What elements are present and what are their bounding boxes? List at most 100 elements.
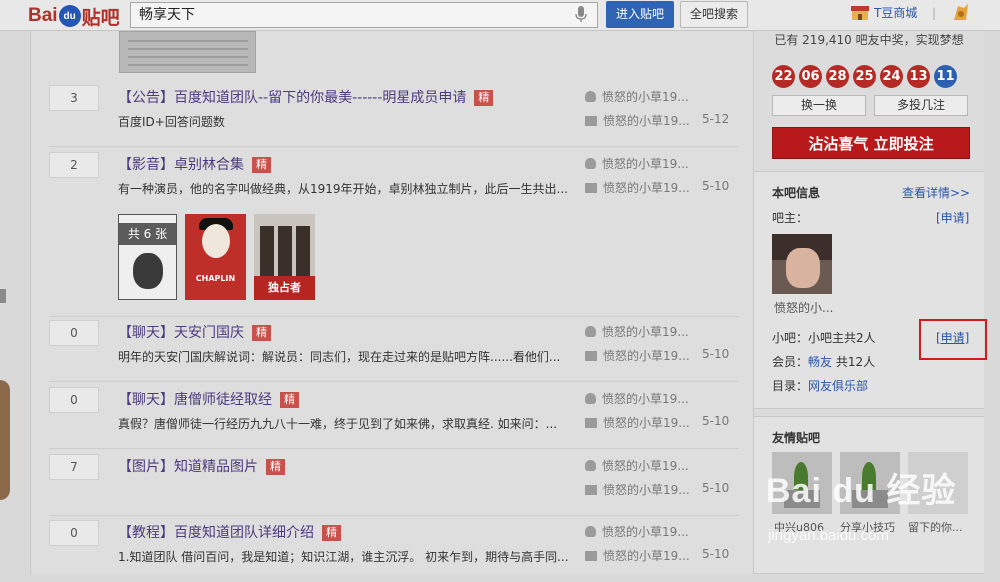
thread-list: 3 【公告】百度知道团队--留下的你最美------明星成员申请精 百度ID+回… [30, 31, 754, 574]
thread-title-text[interactable]: 【教程】百度知道团队详细介绍 [118, 525, 314, 541]
tdou-shop-link[interactable]: T豆商城 [850, 4, 917, 21]
featured-badge: 精 [252, 157, 271, 173]
forum-info-title: 本吧信息 [772, 186, 821, 200]
author-name[interactable]: 愤怒的小草19... [602, 90, 689, 104]
view-details-link[interactable]: 查看详情>> [902, 184, 970, 201]
directory-link[interactable]: 网友俱乐部 [808, 379, 868, 393]
featured-badge: 精 [266, 459, 285, 475]
last-reply[interactable]: 愤怒的小草19... [585, 347, 690, 364]
featured-badge: 精 [474, 90, 494, 106]
thread-excerpt: 百度ID+回答问题数 [118, 115, 225, 129]
thread-preview-image[interactable] [119, 31, 256, 73]
last-reply[interactable]: 愤怒的小草19... [585, 481, 690, 498]
author-name[interactable]: 愤怒的小草19... [602, 459, 689, 473]
enter-tieba-button[interactable]: 进入贴吧 [606, 1, 674, 28]
author-name[interactable]: 愤怒的小草19... [602, 157, 689, 171]
lottery-winners-text: 已有 219,410 吧友中奖，实现梦想 [774, 33, 964, 47]
featured-badge: 精 [252, 325, 271, 341]
user-badge-icon[interactable] [950, 2, 972, 24]
members-link[interactable]: 畅友 [808, 355, 832, 369]
thread-author[interactable]: 愤怒的小草19... [585, 88, 689, 105]
author-name[interactable]: 愤怒的小草19... [602, 525, 689, 539]
thread-image-chaplin-2[interactable]: CHAPLIN [185, 214, 246, 300]
featured-badge: 精 [322, 525, 341, 541]
last-reply-name[interactable]: 愤怒的小草19... [603, 483, 690, 497]
thread-author[interactable]: 愤怒的小草19... [585, 323, 689, 340]
image-caption: CHAPLIN [195, 274, 236, 283]
members-label: 会员： [772, 355, 809, 369]
reply-count: 7 [49, 454, 99, 480]
reply-count: 3 [49, 85, 99, 111]
image-figure [296, 226, 310, 276]
thread-author[interactable]: 愤怒的小草19... [585, 523, 689, 540]
multi-bet-button[interactable]: 多投几注 [874, 95, 968, 116]
image-face [133, 253, 163, 289]
thread-date: 5-10 [702, 347, 730, 361]
author-name[interactable]: 愤怒的小草19... [602, 325, 689, 339]
comment-icon [585, 418, 597, 428]
thread-title[interactable]: 【公告】百度知道团队--留下的你最美------明星成员申请精 [118, 87, 494, 107]
thread-row: 2 【影音】卓别林合集精 有一种演员，他的名字叫做经典，从1919年开始，卓别林… [49, 152, 739, 317]
last-reply-name[interactable]: 愤怒的小草19... [603, 416, 690, 430]
search-input[interactable]: 畅享天下 [130, 2, 598, 28]
directory-row: 目录：网友俱乐部 [772, 377, 868, 394]
image-count-label: 共 6 张 [119, 223, 176, 245]
owner-apply-link[interactable]: [申请] [936, 209, 969, 226]
thread-row: 0 【聊天】唐僧师徒经取经精 真假？唐僧师徒一行经历九九八十一难，终于见到了如来… [49, 387, 739, 449]
user-icon [585, 526, 596, 537]
thread-author[interactable]: 愤怒的小草19... [585, 155, 689, 172]
thread-date: 5-10 [702, 179, 730, 193]
owner-avatar[interactable] [772, 234, 832, 294]
top-bar: Bai du 贴吧 畅享天下 进入贴吧 全吧搜索 T豆商城 | [0, 0, 1000, 31]
thread-title-text[interactable]: 【聊天】天安门国庆 [118, 325, 244, 341]
lottery-ball: 24 [880, 65, 903, 88]
owner-name[interactable]: 愤怒的小... [774, 299, 833, 316]
thread-title[interactable]: 【教程】百度知道团队详细介绍精 [118, 522, 341, 542]
thread-title[interactable]: 【聊天】天安门国庆精 [118, 322, 271, 342]
last-reply-name[interactable]: 愤怒的小草19... [603, 114, 690, 128]
thread-author[interactable]: 愤怒的小草19... [585, 390, 689, 407]
divider: | [932, 6, 937, 20]
thread-title-text[interactable]: 【影音】卓别林合集 [118, 157, 244, 173]
thread-row: 7 【图片】知道精品图片精 愤怒的小草19... 愤怒的小草19... 5-10 [49, 454, 739, 516]
author-name[interactable]: 愤怒的小草19... [602, 392, 689, 406]
thread-image-gallery: 共 6 张 CHAPLIN 独占者 [118, 214, 315, 300]
baidu-tieba-logo[interactable]: Bai du 贴吧 [28, 4, 120, 29]
lottery-ball: 22 [772, 65, 795, 88]
members-count: 共12人 [835, 355, 876, 369]
thread-title-text[interactable]: 【图片】知道精品图片 [118, 459, 258, 475]
last-reply-name[interactable]: 愤怒的小草19... [603, 349, 690, 363]
last-reply[interactable]: 愤怒的小草19... [585, 414, 690, 431]
last-reply[interactable]: 愤怒的小草19... [585, 547, 690, 564]
tdou-shop-label: T豆商城 [874, 6, 918, 20]
last-reply[interactable]: 愤怒的小草19... [585, 112, 690, 129]
lottery-ball: 25 [853, 65, 876, 88]
thread-image-chaplin-1[interactable]: 共 6 张 [118, 214, 177, 300]
thread-title[interactable]: 【图片】知道精品图片精 [118, 456, 285, 476]
thread-author[interactable]: 愤怒的小草19... [585, 457, 689, 474]
user-icon [585, 393, 596, 404]
comment-icon [585, 551, 597, 561]
last-reply-name[interactable]: 愤怒的小草19... [603, 549, 690, 563]
comment-icon [585, 116, 597, 126]
directory-label: 目录： [772, 379, 809, 393]
comment-icon [585, 351, 597, 361]
reply-count: 0 [49, 320, 99, 346]
thread-excerpt: 有一种演员，他的名字叫做经典，从1919年开始，卓别林独立制片，此后一生共出..… [118, 182, 568, 196]
left-edge-marker [0, 289, 6, 303]
lottery-balls: 22 06 28 25 24 13 11 [772, 65, 957, 88]
microphone-icon[interactable] [574, 6, 588, 23]
last-reply[interactable]: 愤怒的小草19... [585, 179, 690, 196]
thread-image-dictator[interactable]: 独占者 [254, 214, 315, 300]
thread-title[interactable]: 【影音】卓别林合集精 [118, 154, 271, 174]
bet-now-button[interactable]: 沾沾喜气 立即投注 [772, 127, 970, 159]
all-tieba-search-button[interactable]: 全吧搜索 [680, 1, 748, 28]
lottery-ball: 28 [826, 65, 849, 88]
logo-tieba: 贴吧 [81, 7, 120, 29]
thread-title-text[interactable]: 【聊天】唐僧师徒经取经 [118, 392, 272, 408]
thread-date: 5-10 [702, 481, 730, 495]
thread-title[interactable]: 【聊天】唐僧师徒经取经精 [118, 389, 299, 409]
change-numbers-button[interactable]: 换一换 [772, 95, 866, 116]
thread-title-text[interactable]: 【公告】百度知道团队--留下的你最美------明星成员申请 [118, 90, 466, 106]
last-reply-name[interactable]: 愤怒的小草19... [603, 181, 690, 195]
